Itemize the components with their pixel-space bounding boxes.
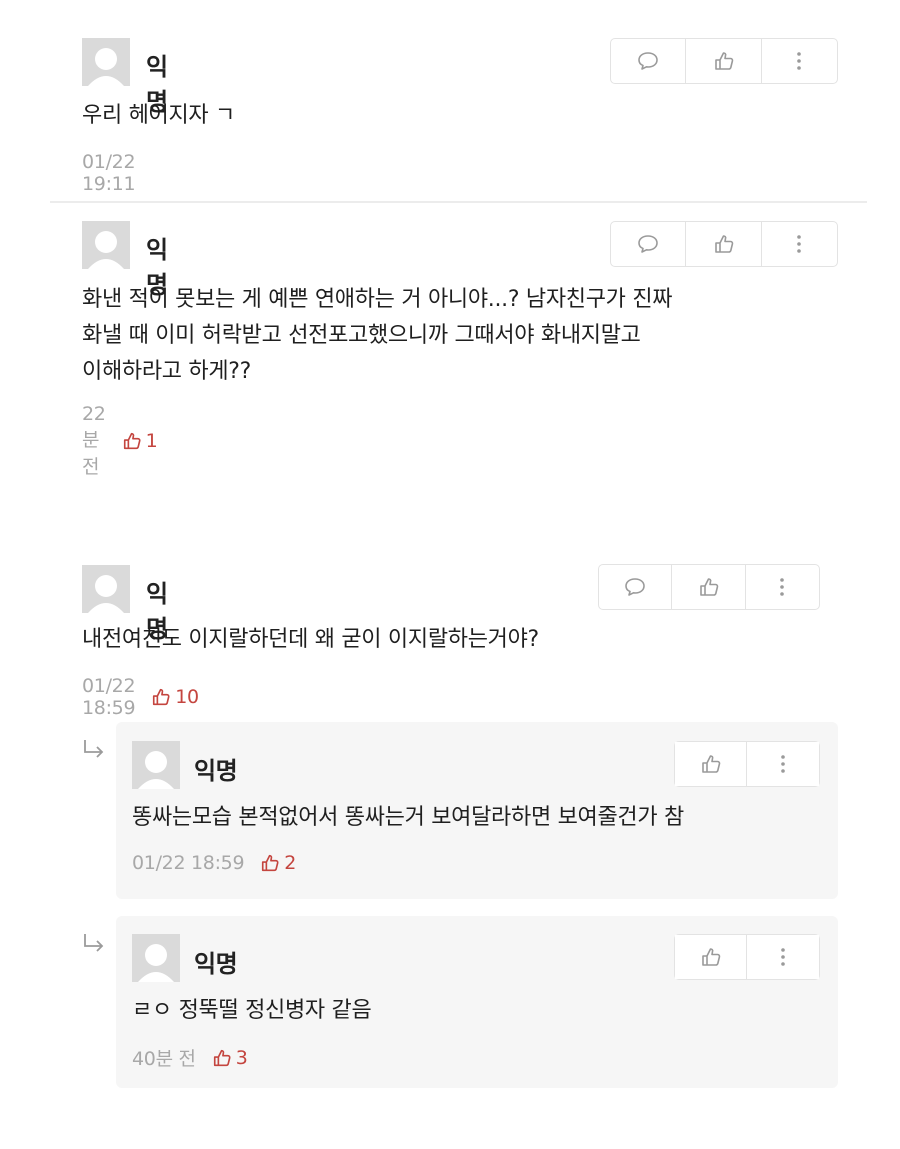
reply-meta: 40분 전 3 [132, 1044, 248, 1071]
thumbs-up-icon [153, 688, 170, 706]
comment-text-line-1: 화낸 적이 못보는 게 예쁜 연애하는 거 아니야...? 남자친구가 진짜 [82, 287, 673, 312]
reply-text: ㄹㅇ 정뚝떨 정신병자 같음 [132, 998, 372, 1023]
like-count: 3 [212, 1047, 248, 1069]
vertical-dots-icon [781, 755, 785, 773]
reply-toolbar [674, 741, 820, 787]
thumbs-up-icon [714, 52, 733, 70]
reply-toolbar [674, 934, 820, 980]
like-button[interactable] [686, 222, 762, 266]
author-name[interactable]: 익명 [194, 944, 238, 979]
vertical-dots-icon [780, 578, 785, 596]
author-name[interactable]: 익명 [194, 751, 238, 786]
timestamp: 01/22 19:11 [82, 151, 136, 195]
like-button[interactable] [675, 935, 748, 979]
speech-bubble-icon [638, 235, 658, 253]
timestamp: 22분 전 [82, 403, 106, 478]
reply-arrow-icon [82, 932, 106, 960]
like-button[interactable] [675, 742, 748, 786]
more-button[interactable] [747, 935, 819, 979]
thumbs-up-icon [262, 854, 279, 872]
speech-bubble-icon [638, 52, 658, 70]
like-count-value: 2 [284, 852, 297, 874]
thumbs-up-icon [123, 432, 141, 450]
timestamp: 40분 전 [132, 1048, 196, 1070]
like-count-value: 10 [175, 686, 199, 708]
reply-arrow-icon [82, 738, 106, 766]
thumbs-up-icon [699, 578, 718, 596]
more-button[interactable] [762, 39, 837, 83]
comment-text-line-3: 이해하라고 하게?? [82, 359, 252, 384]
comment-toolbar [610, 38, 838, 84]
reply-meta: 01/22 18:59 2 [132, 852, 296, 874]
comment-meta: 22분 전 1 [82, 403, 158, 479]
comment-text: 내전여친도 이지랄하던데 왜 굳이 이지랄하는거야? [82, 627, 539, 652]
more-button[interactable] [762, 222, 837, 266]
comment-text-line-2: 화낼 때 이미 허락받고 선전포고했으니까 그때서야 화내지말고 [82, 323, 641, 348]
vertical-dots-icon [797, 52, 802, 70]
like-count: 1 [122, 430, 158, 452]
vertical-dots-icon [781, 948, 785, 966]
comment-toolbar [598, 564, 820, 610]
timestamp: 01/22 18:59 [132, 852, 245, 874]
avatar[interactable] [82, 565, 130, 613]
comment-meta: 01/22 19:11 [82, 151, 136, 195]
divider [50, 201, 867, 203]
speech-bubble-icon [625, 578, 645, 596]
reply-text: 똥싸는모습 본적없어서 똥싸는거 보여달라하면 보여줄건가 참 [132, 805, 684, 830]
timestamp: 01/22 18:59 [82, 675, 136, 719]
thumbs-up-icon [701, 755, 720, 773]
thumbs-up-icon [213, 1049, 231, 1066]
avatar[interactable] [132, 741, 180, 789]
reply-button[interactable] [599, 565, 673, 609]
like-button[interactable] [672, 565, 746, 609]
like-count: 2 [260, 852, 296, 874]
like-count: 10 [151, 686, 199, 708]
comment-toolbar [610, 221, 838, 267]
like-count-value: 3 [235, 1046, 248, 1069]
more-button[interactable] [746, 565, 819, 609]
avatar[interactable] [82, 38, 130, 86]
reply-button[interactable] [611, 39, 687, 83]
avatar[interactable] [82, 221, 130, 269]
thumbs-up-icon [714, 235, 733, 253]
comment-text: 우리 헤어지자 ㄱ [82, 103, 235, 128]
avatar[interactable] [132, 934, 180, 982]
like-button[interactable] [686, 39, 762, 83]
vertical-dots-icon [797, 235, 802, 253]
like-count-value: 1 [145, 430, 158, 452]
thumbs-up-icon [701, 948, 720, 966]
reply-button[interactable] [611, 222, 687, 266]
comment-meta: 01/22 18:59 10 [82, 675, 199, 719]
more-button[interactable] [747, 742, 819, 786]
